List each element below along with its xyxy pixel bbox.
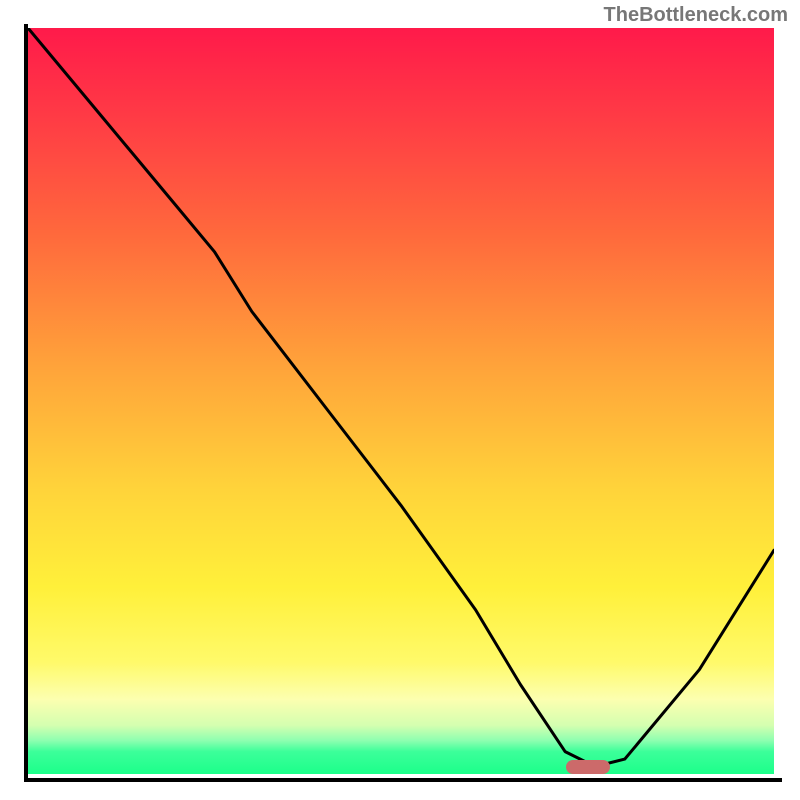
bottleneck-curve <box>28 28 774 774</box>
watermark-text: TheBottleneck.com <box>604 4 788 27</box>
optimum-marker <box>566 760 610 774</box>
